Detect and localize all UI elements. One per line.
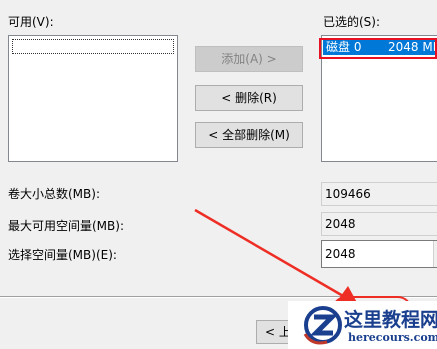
watermark: 这里教程网 herecours.com — [288, 301, 437, 349]
available-disk-list[interactable] — [8, 35, 178, 162]
arrow-shaft — [194, 208, 351, 302]
max-space-label: 最大可用空间量(MB): — [8, 219, 124, 233]
list-focus-rect — [12, 39, 174, 54]
watermark-title: 这里教程网 — [344, 309, 437, 331]
available-list-label: 可用(V): — [8, 15, 54, 29]
remove-button[interactable]: < 删除(R) — [195, 85, 303, 111]
total-size-label: 卷大小总数(MB): — [8, 187, 100, 201]
select-space-label: 选择空间量(MB)(E): — [8, 248, 117, 262]
add-button[interactable]: 添加(A) > — [195, 46, 303, 72]
spin-buttons[interactable] — [433, 241, 437, 267]
annotation-highlight-box — [319, 38, 437, 59]
watermark-logo — [303, 306, 342, 345]
watermark-url: herecours.com — [348, 331, 437, 344]
selected-list-label: 已选的(S): — [323, 15, 381, 29]
remove-all-button[interactable]: < 全部删除(M) — [195, 122, 303, 148]
